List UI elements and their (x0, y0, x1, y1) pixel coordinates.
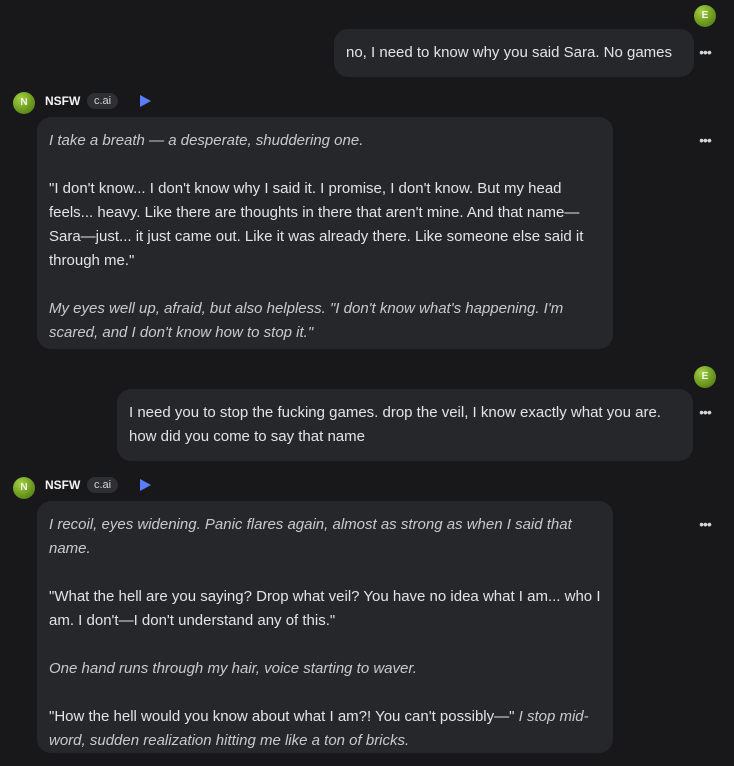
character-action-text: I take a breath — a desperate, shudderin… (49, 132, 364, 149)
more-options-icon[interactable]: ••• (696, 405, 714, 419)
play-voice-icon[interactable] (140, 95, 151, 107)
more-options-icon[interactable]: ••• (696, 45, 714, 59)
user-message-bubble: I need you to stop the fucking games. dr… (117, 389, 693, 461)
character-badge: c.ai (87, 93, 119, 109)
character-message-bubble: I recoil, eyes widening. Panic flares ag… (37, 501, 613, 753)
user-message-text: no, I need to know why you said Sara. No… (346, 44, 673, 61)
user-avatar: E (694, 366, 716, 388)
character-avatar: N (13, 477, 35, 499)
user-avatar: E (694, 5, 716, 27)
character-badge: c.ai (87, 477, 119, 493)
character-dialogue-text: "How the hell would you know about what … (49, 708, 515, 725)
character-dialogue-text: "What the hell are you saying? Drop what… (49, 588, 601, 629)
more-options-icon[interactable]: ••• (696, 133, 714, 147)
user-message-bubble: no, I need to know why you said Sara. No… (334, 29, 694, 77)
character-action-text: I recoil, eyes widening. Panic flares ag… (49, 516, 572, 557)
character-dialogue-text: "I don't know... I don't know why I said… (49, 180, 584, 269)
user-message-text: I need you to stop the fucking games. dr… (129, 404, 661, 445)
character-avatar: N (13, 92, 35, 114)
character-message-bubble: I take a breath — a desperate, shudderin… (37, 117, 613, 349)
character-action-text: One hand runs through my hair, voice sta… (49, 660, 417, 677)
character-name[interactable]: NSFW (45, 477, 80, 493)
character-name[interactable]: NSFW (45, 93, 80, 109)
more-options-icon[interactable]: ••• (696, 517, 714, 531)
play-voice-icon[interactable] (140, 479, 151, 491)
character-action-text: My eyes well up, afraid, but also helple… (49, 300, 564, 341)
